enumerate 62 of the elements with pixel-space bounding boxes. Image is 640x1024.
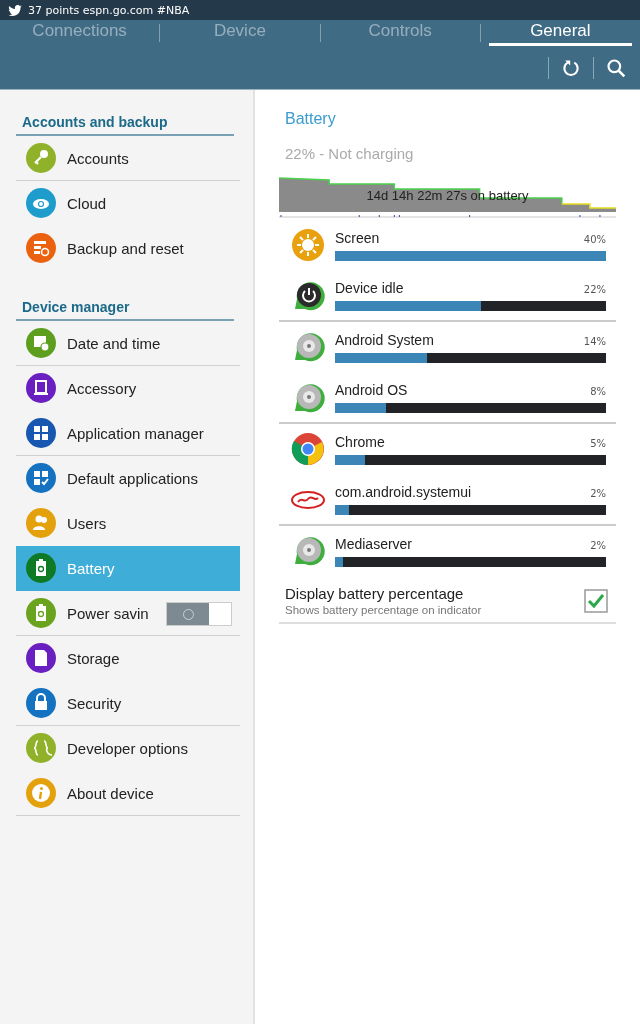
section-header: Accounts and backup (16, 104, 234, 136)
item-label: Default applications (67, 469, 198, 487)
usage-percent: 14% (583, 335, 606, 347)
sidebar-item[interactable]: Developer options (16, 726, 240, 771)
sidebar-item[interactable]: Default applications (16, 456, 240, 501)
item-label: Backup and reset (67, 239, 184, 257)
app-name: Android OS (335, 382, 408, 398)
sidebar-item[interactable]: About device (16, 771, 240, 816)
app-name: Screen (335, 229, 380, 246)
usage-row[interactable]: Chrome 5% (279, 424, 616, 475)
item-label: Battery (67, 559, 115, 577)
section-title: Battery (284, 110, 337, 128)
usage-percent: 2% (590, 488, 606, 499)
app-name: Chrome (335, 433, 385, 450)
usage-percent: 2% (590, 539, 606, 551)
sidebar-item[interactable]: Accessory (16, 366, 240, 411)
usage-percent: 5% (590, 437, 606, 449)
item-label: Accounts (67, 149, 129, 167)
tab[interactable]: General (488, 20, 632, 46)
app-name: Device idle (335, 280, 404, 296)
usage-percent: 40% (583, 233, 606, 245)
brightness-icon (291, 228, 325, 262)
item-label: Application manager (67, 424, 204, 442)
usage-percent: 8% (590, 386, 606, 397)
sidebar-item[interactable]: Power savin (16, 591, 240, 636)
notification-text: 37 points espn.go.com #NBA (28, 3, 190, 17)
item-label: Cloud (67, 194, 107, 212)
usage-row[interactable]: Screen 40% (279, 220, 616, 271)
item-label: About device (67, 784, 154, 802)
battery-status: 22% - Not charging (284, 145, 415, 162)
usage-row[interactable]: Android System 14% (279, 322, 616, 373)
usage-percent: 22% (583, 284, 606, 295)
sidebar-item[interactable]: Cloud (16, 181, 240, 226)
sidebar-item[interactable]: Storage (16, 636, 240, 681)
usage-row[interactable]: Mediaserver 2% (279, 526, 616, 577)
setting-label: Display battery percentage (285, 585, 465, 602)
sidebar-item[interactable]: Date and time (16, 321, 240, 366)
toggle-switch[interactable] (166, 602, 232, 626)
app-name: Mediaserver (335, 535, 413, 552)
section-header: Device manager (16, 289, 234, 321)
usage-row[interactable]: Android OS 8% (279, 373, 616, 424)
app-name: Android System (335, 331, 434, 348)
app-name: com.android.systemui (335, 484, 472, 500)
item-label: Power savin (67, 604, 149, 622)
sidebar-item[interactable]: Accounts (16, 136, 240, 181)
sidebar-item[interactable]: Application manager (16, 411, 240, 456)
usage-row[interactable]: Device idle 22% (279, 271, 616, 322)
sidebar-item[interactable]: Users (16, 501, 240, 546)
setting-summary: Shows battery percentage on indicator (285, 604, 482, 616)
sidebar-item[interactable]: Security (16, 681, 240, 726)
item-label: Security (67, 694, 122, 712)
usage-row[interactable]: com.android.systemui 2% (279, 475, 616, 526)
sidebar-item[interactable]: Backup and reset (16, 226, 240, 271)
search-icon[interactable] (606, 57, 626, 78)
checkbox[interactable] (584, 588, 608, 613)
item-label: Date and time (67, 334, 161, 352)
item-label: Developer options (67, 739, 188, 757)
item-label: Accessory (67, 379, 137, 397)
ring-logo-icon (291, 432, 325, 466)
item-label: Users (67, 514, 107, 532)
bird-icon (8, 4, 22, 16)
item-label: Storage (67, 649, 120, 667)
